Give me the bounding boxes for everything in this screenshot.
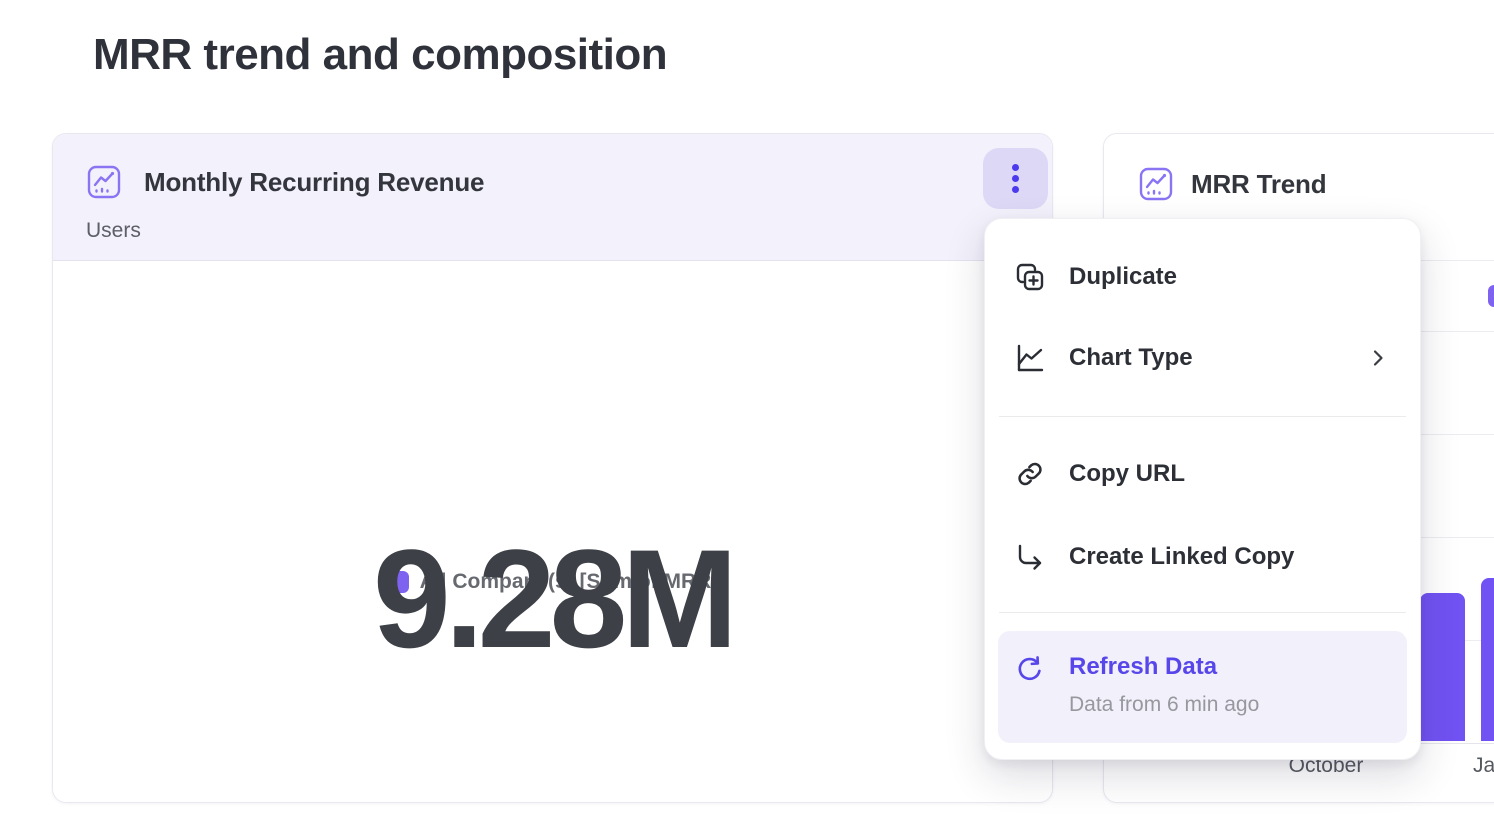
menu-item-label: Duplicate: [1069, 263, 1177, 291]
card-options-button[interactable]: [983, 148, 1048, 209]
card-options-menu: Duplicate Chart Type: [984, 218, 1421, 760]
link-icon: [1014, 458, 1046, 490]
trend-legend-swatch-icon: [1488, 285, 1494, 307]
menu-item-label: Create Linked Copy: [1069, 543, 1294, 571]
menu-item-refresh-data[interactable]: Refresh Data Data from 6 min ago: [998, 631, 1407, 743]
menu-item-chart-type[interactable]: Chart Type: [985, 326, 1420, 390]
dashboard-page: MRR trend and composition Monthly Recurr…: [0, 0, 1494, 816]
duplicate-icon: [1014, 261, 1046, 293]
x-axis-label-january: Ja: [1473, 754, 1494, 778]
kebab-menu-icon: [1012, 164, 1019, 171]
mrr-card-title: Monthly Recurring Revenue: [144, 167, 484, 198]
chart-widget-icon: [87, 165, 121, 199]
kpi-value: 9.28M: [53, 466, 1052, 732]
menu-item-copy-url[interactable]: Copy URL: [985, 442, 1420, 506]
page-title: MRR trend and composition: [93, 30, 667, 80]
mrr-kpi-card: Monthly Recurring Revenue Users All Comp…: [52, 133, 1053, 803]
trend-bar[interactable]: [1420, 593, 1465, 741]
menu-divider: [999, 612, 1406, 613]
trend-bar[interactable]: [1481, 578, 1494, 741]
menu-item-create-linked-copy[interactable]: Create Linked Copy: [985, 525, 1420, 589]
menu-item-label: Chart Type: [1069, 344, 1193, 372]
mrr-card-header: Monthly Recurring Revenue Users: [53, 134, 1052, 261]
menu-divider: [999, 416, 1406, 417]
chevron-right-icon: [1368, 348, 1388, 368]
mrr-card-subtitle: Users: [86, 219, 141, 243]
refresh-data-label: Refresh Data: [1069, 653, 1217, 681]
menu-item-duplicate[interactable]: Duplicate: [985, 245, 1420, 309]
menu-item-label: Copy URL: [1069, 460, 1185, 488]
chart-type-icon: [1014, 342, 1046, 374]
refresh-data-timestamp: Data from 6 min ago: [1069, 693, 1259, 717]
trend-card-title: MRR Trend: [1191, 169, 1326, 200]
linked-copy-arrow-icon: [1014, 541, 1046, 573]
chart-widget-icon: [1139, 167, 1173, 201]
refresh-icon: [1014, 654, 1045, 685]
